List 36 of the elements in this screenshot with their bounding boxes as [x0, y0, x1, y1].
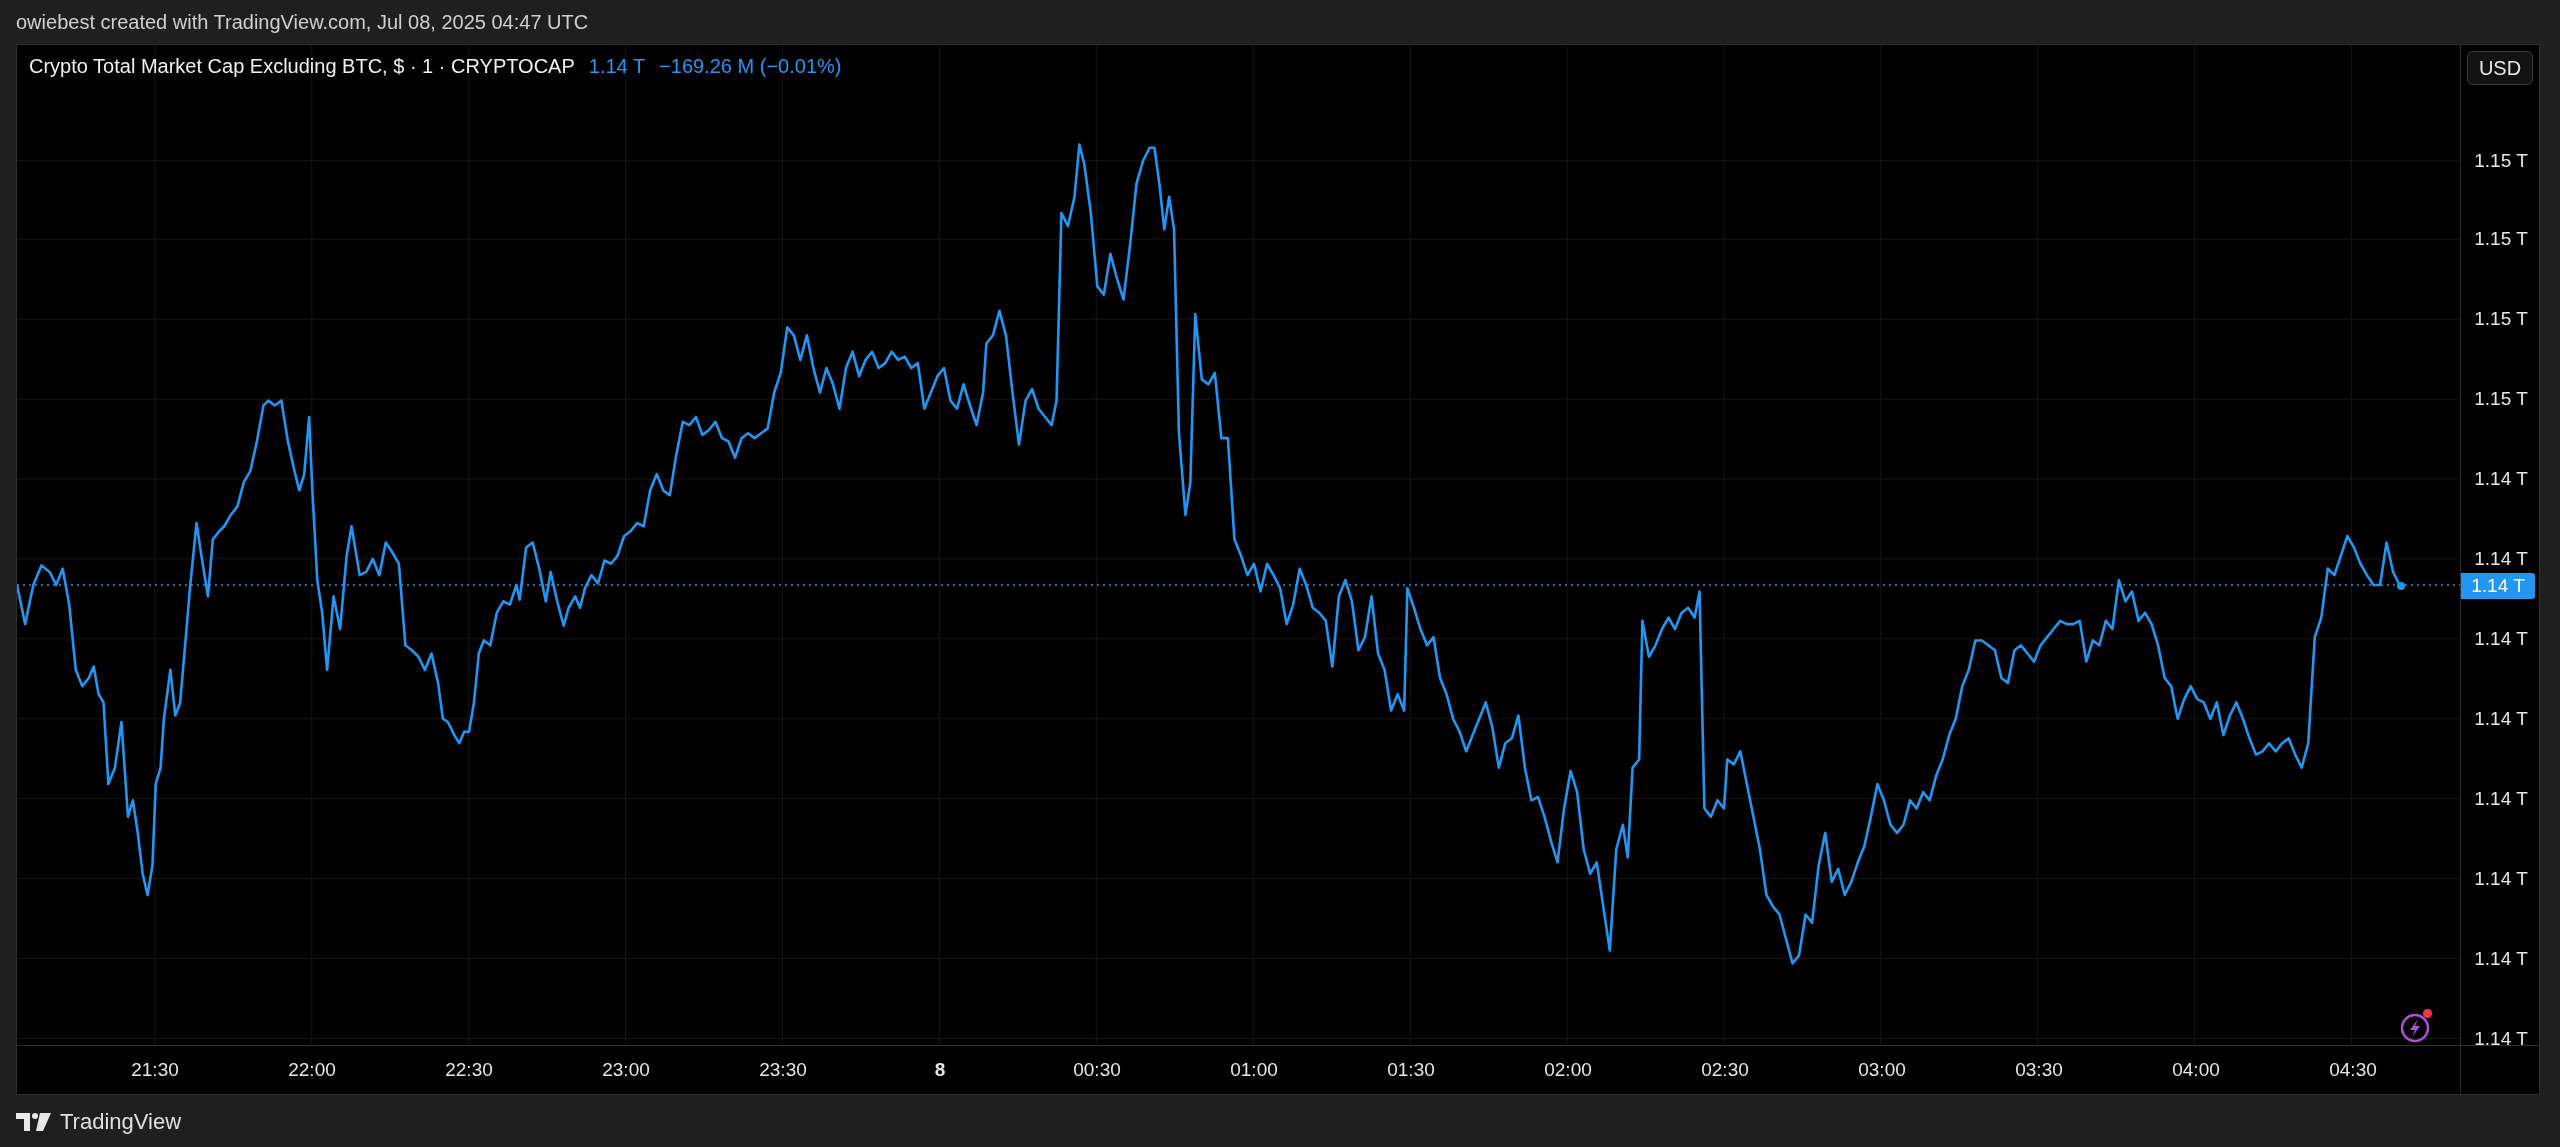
time-tick-label: 02:00 — [1544, 1059, 1592, 1081]
attribution-text: owiebest created with TradingView.com, Jul 08, 2025 04:47 UTC — [16, 10, 589, 34]
price-tick-label: 1.14 T — [2473, 548, 2529, 571]
time-tick-label: 01:00 — [1230, 1059, 1278, 1081]
price-tick-label: 1.14 T — [2473, 468, 2529, 491]
time-tick-label: 04:00 — [2172, 1059, 2220, 1081]
price-tick-label: 1.15 T — [2473, 308, 2529, 331]
price-tick-label: 1.15 T — [2473, 149, 2529, 172]
currency-button[interactable]: USD — [2467, 51, 2533, 85]
time-tick-label: 8 — [934, 1059, 946, 1081]
time-tick-label: 03:30 — [2015, 1059, 2063, 1081]
time-tick-label: 23:00 — [602, 1059, 650, 1081]
price-tick-label: 1.14 T — [2473, 708, 2529, 731]
time-tick-label: 22:30 — [445, 1059, 493, 1081]
brand-name: TradingView — [60, 1109, 182, 1135]
last-price-dot — [2397, 581, 2406, 590]
price-tick-label: 1.14 T — [2473, 788, 2529, 811]
price-tick-label: 1.14 T — [2473, 1028, 2529, 1051]
time-tick-label: 23:30 — [759, 1059, 807, 1081]
symbol-title: Crypto Total Market Cap Excluding BTC, $ · 1 · CRYPTOCAP — [29, 55, 575, 78]
price-change: −169.26 M (−0.01%) — [659, 55, 842, 78]
last-price: 1.14 T — [588, 55, 646, 78]
time-tick-label: 00:30 — [1073, 1059, 1121, 1081]
time-tick-label: 03:00 — [1858, 1059, 1906, 1081]
time-tick-label: 02:30 — [1701, 1059, 1749, 1081]
logo-icon — [16, 1113, 52, 1131]
time-tick-label: 22:00 — [288, 1059, 336, 1081]
price-tick-label: 1.15 T — [2473, 228, 2529, 251]
time-tick-label: 01:30 — [1387, 1059, 1435, 1081]
price-tick-label: 1.14 T — [2473, 948, 2529, 971]
price-tick-label: 1.15 T — [2473, 388, 2529, 411]
price-tick-label: 1.14 T — [2473, 628, 2529, 651]
current-price-label: 1.14 T — [2461, 572, 2535, 599]
time-tick-label: 21:30 — [131, 1059, 179, 1081]
time-tick-label: 04:30 — [2329, 1059, 2377, 1081]
price-tick-label: 1.14 T — [2473, 868, 2529, 891]
